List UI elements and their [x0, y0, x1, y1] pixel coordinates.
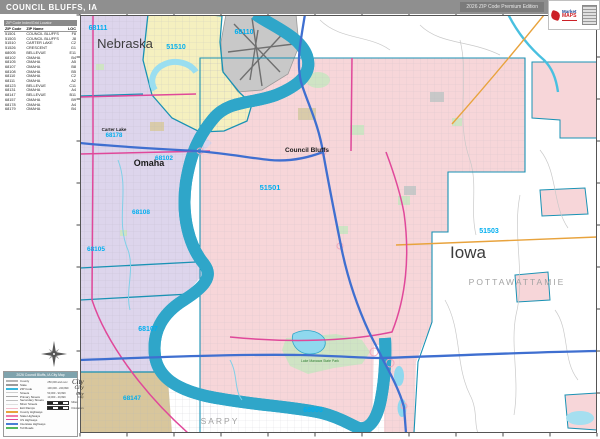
logo-splat-icon: [549, 9, 562, 21]
scale-bar: Miles: [47, 401, 83, 405]
edition-label: 2026 ZIP Code Premium Edition: [466, 4, 538, 10]
zip-label: 51501: [260, 183, 281, 192]
county-label: POTTAWATTAMIE: [469, 277, 566, 287]
zip-label: 68107: [138, 326, 158, 333]
zip-index-row: 68179 OMAHA B4: [5, 107, 76, 112]
city-label: Carter Lake: [102, 127, 127, 132]
zip-label: 68110: [234, 29, 253, 36]
zip-label: 68105: [87, 246, 105, 253]
zip-index-panel: ZIP Code Index/Grid Locator ZIP Code ZIP …: [4, 20, 77, 112]
map-content: NebraskaIowaPOTTAWATTAMIESARPYOmahaCounc…: [80, 15, 597, 433]
edition-badge: 2026 ZIP Code Premium Edition: [460, 2, 544, 12]
legend-swatch: [6, 395, 18, 398]
map-canvas: NebraskaIowaPOTTAWATTAMIESARPYOmahaCounc…: [76, 11, 600, 437]
zip-label: 68178: [106, 133, 123, 139]
legend-swatch: [6, 383, 18, 386]
marketmaps-logo: Market MAPS: [548, 0, 600, 30]
zip-index-column-header: LOC: [65, 27, 77, 32]
map-legend: 2026 Council Bluffs, IA City Map County S…: [3, 371, 84, 437]
legend-items: County State ZIP Code Streets Primary Street…: [6, 379, 45, 430]
state-label: Iowa: [450, 243, 486, 262]
zip-label: 68108: [132, 209, 150, 216]
zip-label: 51510: [166, 44, 186, 51]
zip-label: 68102: [155, 155, 173, 162]
county-label: SARPY: [201, 416, 240, 426]
compass-rose-icon: [40, 340, 68, 368]
legend-swatch: [6, 422, 18, 425]
park-label: Lake Manawa State Park: [301, 359, 339, 363]
legend-swatch: [6, 419, 18, 421]
legend-item: Toll Roads: [6, 426, 45, 430]
city-label: Council Bluffs: [285, 147, 329, 154]
legend-swatch: [6, 380, 18, 382]
legend-swatch: [6, 426, 18, 429]
zip-label: 68111: [89, 25, 108, 32]
header-bar: COUNCIL BLUFFS, IA 2026 ZIP Code Premium…: [0, 0, 600, 14]
legend-swatch: [6, 411, 18, 413]
legend-scale-bars: Miles Kilometers: [47, 401, 84, 411]
logo-wordmark: Market MAPS: [562, 9, 577, 21]
zip-label: 68147: [123, 395, 141, 402]
zip-index-table: ZIP Code ZIP Name LOC 51501 COUNCIL BLUFFS F…: [4, 27, 77, 112]
legend-swatch: [6, 399, 18, 401]
legend-swatch: [6, 415, 18, 417]
legend-swatch: [6, 407, 18, 409]
scale-bar: Kilometers: [47, 406, 84, 411]
zip-label: 51503: [479, 228, 499, 235]
logo-address-block: [582, 5, 597, 25]
legend-swatch: [6, 403, 18, 405]
zip-index-title: ZIP Code Index/Grid Locator: [4, 20, 77, 26]
legend-swatch: [6, 392, 18, 394]
legend-swatch: [6, 387, 18, 390]
legend-city-sizes: 250,000 and over City 100,000 - 249,999 Cit…: [47, 379, 83, 400]
zip-label: 68005: [303, 407, 323, 414]
map-title: COUNCIL BLUFFS, IA: [6, 2, 98, 12]
legend-city-size-row: 10,000 - 49,999 City: [47, 395, 84, 400]
state-label: Nebraska: [97, 36, 153, 51]
logo-brand-2: MAPS: [562, 13, 577, 19]
